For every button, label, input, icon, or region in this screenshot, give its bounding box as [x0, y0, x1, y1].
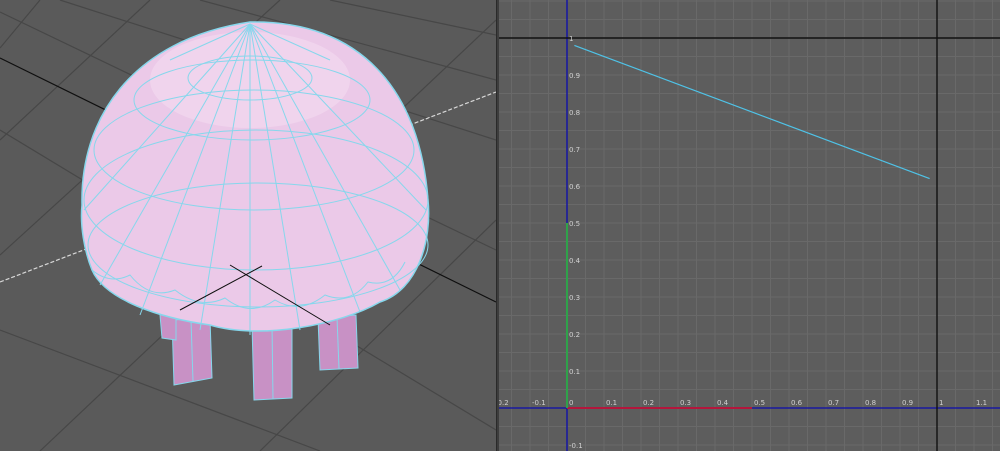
x-tick-label: 0.7	[828, 399, 839, 407]
viewport-canvas[interactable]	[0, 0, 496, 451]
graph-editor[interactable]: -0.2 -0.1 0 0.1 0.2 0.3 0.4 0.5 0.6 0.7 0.8 0.9 1 1.1…	[499, 0, 1000, 451]
y-tick-label: 1	[569, 35, 573, 43]
y-tick-label: 0.8	[569, 109, 580, 117]
x-tick-label: 0.9	[902, 399, 913, 407]
graph-canvas[interactable]: -0.2 -0.1 0 0.1 0.2 0.3 0.4 0.5 0.6 0.7 0.8 0.9 1 1.1…	[499, 0, 1000, 451]
y-tick-label: 0.7	[569, 146, 580, 154]
y-tick-label: 0.6	[569, 183, 581, 191]
y-tick-label: 0.9	[569, 72, 580, 80]
y-tick-label: 0.3	[569, 294, 580, 302]
y-tick-label: 0.1	[569, 368, 580, 376]
x-tick-label: 0.6	[791, 399, 803, 407]
y-tick-label: 0.5	[569, 220, 580, 228]
x-tick-label: -0.1	[532, 399, 546, 407]
y-tick-label: 0.2	[569, 331, 580, 339]
x-tick-label: 0	[569, 399, 573, 407]
y-tick-label: -0.1	[569, 442, 583, 450]
x-tick-label: 0.5	[754, 399, 765, 407]
x-tick-label: 1.1	[976, 399, 987, 407]
x-tick-label: 0.1	[606, 399, 617, 407]
x-tick-label: 0.4	[717, 399, 729, 407]
x-tick-label: 1	[939, 399, 943, 407]
x-tick-label: 0.3	[680, 399, 691, 407]
x-tick-label: 0.2	[643, 399, 654, 407]
y-tick-label: 0.4	[569, 257, 581, 265]
x-tick-label: 0.8	[865, 399, 876, 407]
x-tick-label: -0.2	[499, 399, 509, 407]
3d-viewport[interactable]	[0, 0, 496, 451]
